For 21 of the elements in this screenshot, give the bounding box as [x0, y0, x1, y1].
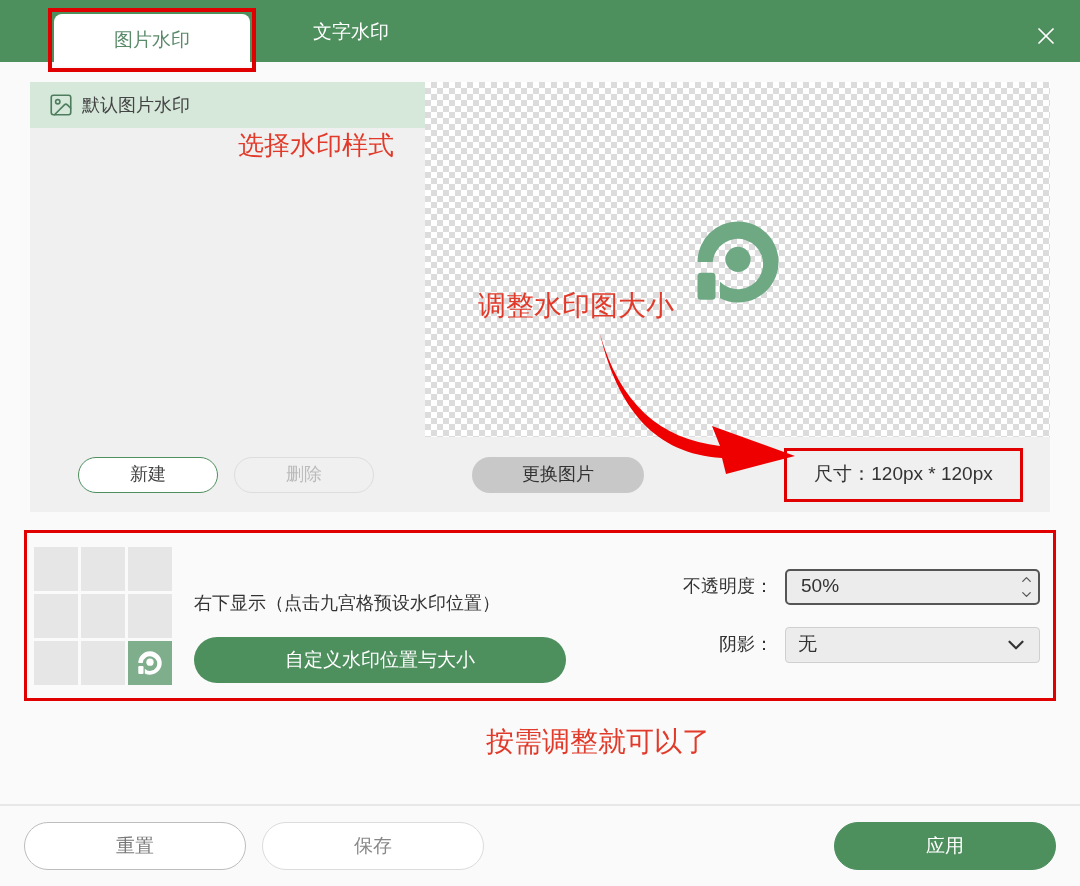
tab[interactable]: 图片水印	[54, 14, 250, 66]
opacity-spinbox[interactable]: 50%	[785, 568, 1040, 605]
footer-button[interactable]: 保存	[262, 822, 484, 870]
style-list-item[interactable]: 默认图片水印	[30, 82, 425, 128]
field-label: 阴影：	[719, 633, 773, 656]
tab[interactable]: 文字水印	[256, 6, 446, 58]
list-button[interactable]: 新建	[78, 456, 218, 493]
replace-image-button[interactable]: 更换图片	[472, 456, 644, 493]
size-label: 尺寸：120px * 120px	[784, 447, 1023, 502]
custom-position-button[interactable]: 自定义水印位置与大小	[194, 637, 566, 683]
picture-icon	[48, 92, 74, 118]
annotation-text: 按需调整就可以了	[486, 725, 710, 759]
shadow-dropdown[interactable]: 无	[785, 626, 1040, 663]
field-label: 不透明度：	[683, 575, 773, 598]
footer-button[interactable]: 应用	[834, 822, 1056, 870]
annotation-text: 调整水印图大小	[478, 289, 674, 323]
logo-icon	[137, 649, 163, 676]
position-description: 右下显示（点击九宫格预设水印位置）	[194, 592, 501, 615]
footer-button[interactable]: 重置	[24, 822, 246, 870]
position-cell[interactable]	[128, 640, 172, 685]
annotation-text: 选择水印样式	[238, 130, 394, 160]
